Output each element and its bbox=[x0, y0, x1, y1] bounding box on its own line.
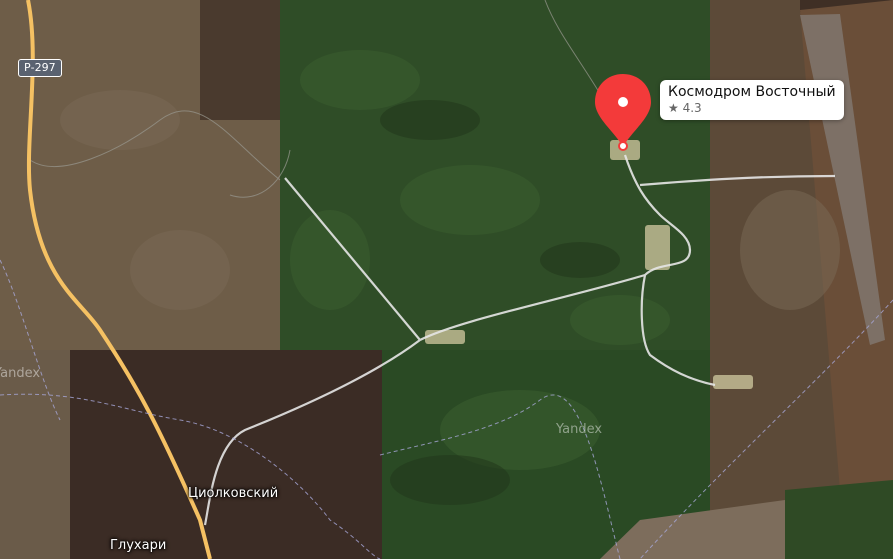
map-pin-icon[interactable] bbox=[593, 72, 653, 152]
yandex-watermark-left: Yandex bbox=[0, 366, 41, 381]
poi-name: Космодром Восточный bbox=[668, 84, 836, 100]
rating-value: 4.3 bbox=[682, 101, 702, 115]
road-shield-r297: Р-297 bbox=[18, 59, 62, 77]
place-label-glukhari: Глухари bbox=[110, 538, 167, 553]
star-icon: ★ bbox=[668, 101, 679, 115]
poi-card[interactable]: Космодром Восточный ★ 4.3 bbox=[660, 80, 844, 120]
satellite-map[interactable]: Космодром Восточный ★ 4.3 Р-297 Циолковс… bbox=[0, 0, 893, 559]
place-label-tsiolkovsky: Циолковский bbox=[188, 486, 279, 501]
poi-rating: ★ 4.3 bbox=[668, 101, 836, 116]
yandex-watermark: Yandex bbox=[556, 422, 603, 437]
